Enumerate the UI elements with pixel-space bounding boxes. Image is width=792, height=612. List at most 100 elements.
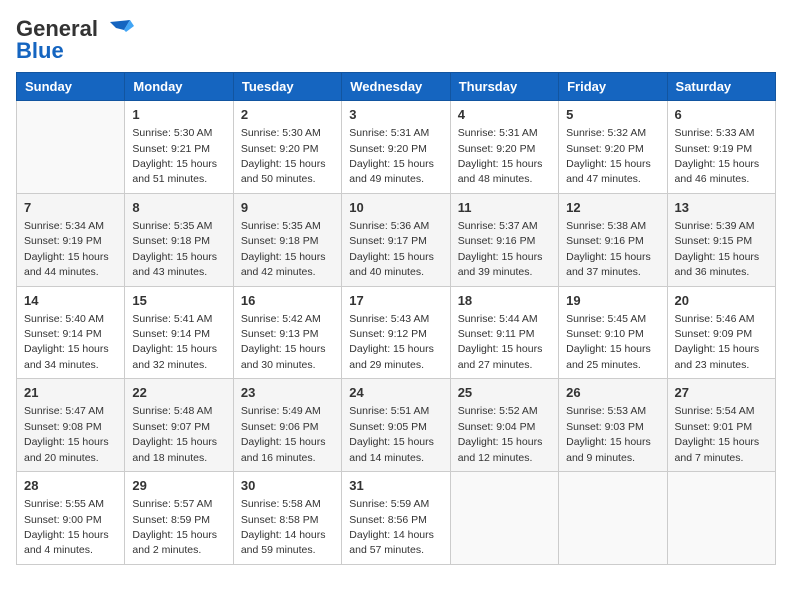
day-number: 24 [349, 384, 442, 402]
day-number: 13 [675, 199, 768, 217]
day-info: Sunrise: 5:38 AMSunset: 9:16 PMDaylight:… [566, 220, 651, 278]
day-number: 21 [24, 384, 117, 402]
calendar-cell: 14 Sunrise: 5:40 AMSunset: 9:14 PMDaylig… [17, 286, 125, 379]
calendar-cell: 19 Sunrise: 5:45 AMSunset: 9:10 PMDaylig… [559, 286, 667, 379]
day-number: 12 [566, 199, 659, 217]
page-header: General Blue [16, 16, 776, 64]
col-header-wednesday: Wednesday [342, 73, 450, 101]
day-info: Sunrise: 5:36 AMSunset: 9:17 PMDaylight:… [349, 220, 434, 278]
calendar-cell: 10 Sunrise: 5:36 AMSunset: 9:17 PMDaylig… [342, 193, 450, 286]
day-info: Sunrise: 5:49 AMSunset: 9:06 PMDaylight:… [241, 405, 326, 463]
day-info: Sunrise: 5:30 AMSunset: 9:20 PMDaylight:… [241, 127, 326, 185]
calendar-table: SundayMondayTuesdayWednesdayThursdayFrid… [16, 72, 776, 565]
day-info: Sunrise: 5:35 AMSunset: 9:18 PMDaylight:… [241, 220, 326, 278]
day-info: Sunrise: 5:44 AMSunset: 9:11 PMDaylight:… [458, 313, 543, 371]
calendar-cell: 7 Sunrise: 5:34 AMSunset: 9:19 PMDayligh… [17, 193, 125, 286]
calendar-cell: 16 Sunrise: 5:42 AMSunset: 9:13 PMDaylig… [233, 286, 341, 379]
day-number: 6 [675, 106, 768, 124]
day-number: 15 [132, 292, 225, 310]
col-header-sunday: Sunday [17, 73, 125, 101]
calendar-cell: 31 Sunrise: 5:59 AMSunset: 8:56 PMDaylig… [342, 472, 450, 565]
day-number: 2 [241, 106, 334, 124]
calendar-week-row: 7 Sunrise: 5:34 AMSunset: 9:19 PMDayligh… [17, 193, 776, 286]
day-number: 29 [132, 477, 225, 495]
calendar-cell: 20 Sunrise: 5:46 AMSunset: 9:09 PMDaylig… [667, 286, 775, 379]
calendar-week-row: 21 Sunrise: 5:47 AMSunset: 9:08 PMDaylig… [17, 379, 776, 472]
calendar-cell: 6 Sunrise: 5:33 AMSunset: 9:19 PMDayligh… [667, 101, 775, 194]
calendar-cell [17, 101, 125, 194]
day-info: Sunrise: 5:53 AMSunset: 9:03 PMDaylight:… [566, 405, 651, 463]
calendar-cell: 5 Sunrise: 5:32 AMSunset: 9:20 PMDayligh… [559, 101, 667, 194]
calendar-cell: 17 Sunrise: 5:43 AMSunset: 9:12 PMDaylig… [342, 286, 450, 379]
calendar-header-row: SundayMondayTuesdayWednesdayThursdayFrid… [17, 73, 776, 101]
day-number: 10 [349, 199, 442, 217]
calendar-cell: 8 Sunrise: 5:35 AMSunset: 9:18 PMDayligh… [125, 193, 233, 286]
day-number: 19 [566, 292, 659, 310]
day-number: 11 [458, 199, 551, 217]
day-info: Sunrise: 5:33 AMSunset: 9:19 PMDaylight:… [675, 127, 760, 185]
logo: General Blue [16, 16, 134, 64]
calendar-week-row: 1 Sunrise: 5:30 AMSunset: 9:21 PMDayligh… [17, 101, 776, 194]
calendar-cell: 1 Sunrise: 5:30 AMSunset: 9:21 PMDayligh… [125, 101, 233, 194]
day-info: Sunrise: 5:48 AMSunset: 9:07 PMDaylight:… [132, 405, 217, 463]
day-info: Sunrise: 5:51 AMSunset: 9:05 PMDaylight:… [349, 405, 434, 463]
day-info: Sunrise: 5:43 AMSunset: 9:12 PMDaylight:… [349, 313, 434, 371]
col-header-thursday: Thursday [450, 73, 558, 101]
day-number: 18 [458, 292, 551, 310]
calendar-cell: 2 Sunrise: 5:30 AMSunset: 9:20 PMDayligh… [233, 101, 341, 194]
calendar-cell: 21 Sunrise: 5:47 AMSunset: 9:08 PMDaylig… [17, 379, 125, 472]
day-info: Sunrise: 5:41 AMSunset: 9:14 PMDaylight:… [132, 313, 217, 371]
day-number: 28 [24, 477, 117, 495]
calendar-cell: 18 Sunrise: 5:44 AMSunset: 9:11 PMDaylig… [450, 286, 558, 379]
day-number: 16 [241, 292, 334, 310]
day-number: 20 [675, 292, 768, 310]
day-number: 23 [241, 384, 334, 402]
calendar-cell: 27 Sunrise: 5:54 AMSunset: 9:01 PMDaylig… [667, 379, 775, 472]
day-number: 27 [675, 384, 768, 402]
day-number: 9 [241, 199, 334, 217]
day-number: 3 [349, 106, 442, 124]
day-info: Sunrise: 5:58 AMSunset: 8:58 PMDaylight:… [241, 498, 326, 556]
day-info: Sunrise: 5:54 AMSunset: 9:01 PMDaylight:… [675, 405, 760, 463]
calendar-cell: 11 Sunrise: 5:37 AMSunset: 9:16 PMDaylig… [450, 193, 558, 286]
calendar-week-row: 14 Sunrise: 5:40 AMSunset: 9:14 PMDaylig… [17, 286, 776, 379]
calendar-cell: 3 Sunrise: 5:31 AMSunset: 9:20 PMDayligh… [342, 101, 450, 194]
day-info: Sunrise: 5:45 AMSunset: 9:10 PMDaylight:… [566, 313, 651, 371]
day-info: Sunrise: 5:31 AMSunset: 9:20 PMDaylight:… [349, 127, 434, 185]
day-number: 26 [566, 384, 659, 402]
day-info: Sunrise: 5:40 AMSunset: 9:14 PMDaylight:… [24, 313, 109, 371]
calendar-cell: 26 Sunrise: 5:53 AMSunset: 9:03 PMDaylig… [559, 379, 667, 472]
calendar-cell: 24 Sunrise: 5:51 AMSunset: 9:05 PMDaylig… [342, 379, 450, 472]
day-number: 4 [458, 106, 551, 124]
calendar-cell: 25 Sunrise: 5:52 AMSunset: 9:04 PMDaylig… [450, 379, 558, 472]
day-info: Sunrise: 5:47 AMSunset: 9:08 PMDaylight:… [24, 405, 109, 463]
calendar-cell: 4 Sunrise: 5:31 AMSunset: 9:20 PMDayligh… [450, 101, 558, 194]
day-number: 1 [132, 106, 225, 124]
day-info: Sunrise: 5:34 AMSunset: 9:19 PMDaylight:… [24, 220, 109, 278]
calendar-week-row: 28 Sunrise: 5:55 AMSunset: 9:00 PMDaylig… [17, 472, 776, 565]
calendar-cell [559, 472, 667, 565]
calendar-cell: 30 Sunrise: 5:58 AMSunset: 8:58 PMDaylig… [233, 472, 341, 565]
calendar-cell: 29 Sunrise: 5:57 AMSunset: 8:59 PMDaylig… [125, 472, 233, 565]
calendar-cell: 22 Sunrise: 5:48 AMSunset: 9:07 PMDaylig… [125, 379, 233, 472]
day-info: Sunrise: 5:37 AMSunset: 9:16 PMDaylight:… [458, 220, 543, 278]
calendar-cell: 15 Sunrise: 5:41 AMSunset: 9:14 PMDaylig… [125, 286, 233, 379]
day-info: Sunrise: 5:39 AMSunset: 9:15 PMDaylight:… [675, 220, 760, 278]
day-info: Sunrise: 5:32 AMSunset: 9:20 PMDaylight:… [566, 127, 651, 185]
col-header-saturday: Saturday [667, 73, 775, 101]
day-number: 5 [566, 106, 659, 124]
day-info: Sunrise: 5:57 AMSunset: 8:59 PMDaylight:… [132, 498, 217, 556]
day-number: 30 [241, 477, 334, 495]
day-info: Sunrise: 5:31 AMSunset: 9:20 PMDaylight:… [458, 127, 543, 185]
day-info: Sunrise: 5:35 AMSunset: 9:18 PMDaylight:… [132, 220, 217, 278]
calendar-cell: 28 Sunrise: 5:55 AMSunset: 9:00 PMDaylig… [17, 472, 125, 565]
day-number: 7 [24, 199, 117, 217]
col-header-friday: Friday [559, 73, 667, 101]
day-number: 14 [24, 292, 117, 310]
day-info: Sunrise: 5:52 AMSunset: 9:04 PMDaylight:… [458, 405, 543, 463]
calendar-cell: 12 Sunrise: 5:38 AMSunset: 9:16 PMDaylig… [559, 193, 667, 286]
logo-blue-text: Blue [16, 38, 64, 64]
day-info: Sunrise: 5:42 AMSunset: 9:13 PMDaylight:… [241, 313, 326, 371]
day-info: Sunrise: 5:59 AMSunset: 8:56 PMDaylight:… [349, 498, 434, 556]
day-info: Sunrise: 5:46 AMSunset: 9:09 PMDaylight:… [675, 313, 760, 371]
